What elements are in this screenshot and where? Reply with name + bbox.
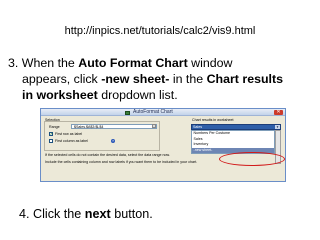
labels-note: Include the cells containing column and … [45, 160, 198, 164]
step-3-line-2: appears, click -new sheet- in the Chart … [8, 71, 313, 87]
step-3-field-name: Chart results [206, 72, 284, 86]
step-3-text: 3. When the [8, 56, 79, 70]
step-3-text: dropdown list. [97, 88, 178, 102]
step-3-text: appears, click [22, 72, 102, 86]
step-4-text: button. [110, 207, 153, 221]
chart-results-selected: Sales [193, 125, 202, 129]
range-shrink-button[interactable] [152, 124, 156, 128]
range-note: If the selected cells do not contain the… [45, 153, 170, 157]
autoformat-chart-dialog-screenshot: AutoFormat Chart ✕ Selection Range $Sale… [40, 108, 286, 182]
dialog-titlebar: AutoFormat Chart ✕ [41, 109, 285, 116]
first-column-as-label-text: First column as label [55, 138, 88, 143]
first-row-as-label-checkbox[interactable]: ✔ [49, 132, 53, 136]
range-label: Range [49, 125, 60, 129]
chart-results-label: Chart results in worksheet [192, 118, 234, 122]
step-3-window-name: Auto Format Chart [78, 56, 188, 70]
chevron-down-icon[interactable]: ▼ [275, 125, 280, 129]
dialog-title: AutoFormat Chart [133, 109, 173, 115]
step-3-option-name: -new sheet- [101, 72, 170, 86]
step-3-field-name-cont: in worksheet [22, 88, 98, 102]
first-row-as-label-text: First row as label [55, 131, 83, 136]
first-column-as-label-checkbox[interactable] [49, 139, 53, 143]
step-3-text: in the [169, 72, 207, 86]
step-3-text: window [187, 56, 233, 70]
step-3-line-3: in worksheet dropdown list. [8, 87, 313, 103]
chart-results-options: Numbers Per Costume Sales Inventory -new… [191, 130, 275, 155]
highlight-annotation [219, 152, 285, 166]
step-4-instruction: 4. Click the next button. [19, 207, 153, 221]
step-3-instruction: 3. When the Auto Format Chart window app… [8, 55, 313, 103]
step-4-text: 4. Click the [19, 207, 85, 221]
help-icon[interactable]: ? [111, 139, 115, 143]
range-input[interactable]: $Sales.$A$3:$L$4 [71, 123, 157, 129]
step-3-line-1: 3. When the Auto Format Chart window [8, 55, 313, 71]
chart-results-dropdown[interactable]: Sales ▼ [191, 124, 281, 130]
app-icon [125, 110, 130, 115]
step-4-button-name: next [84, 207, 111, 221]
close-icon[interactable]: ✕ [274, 109, 283, 115]
page-url: http://inpics.net/tutorials/calc2/vis9.h… [64, 25, 256, 37]
